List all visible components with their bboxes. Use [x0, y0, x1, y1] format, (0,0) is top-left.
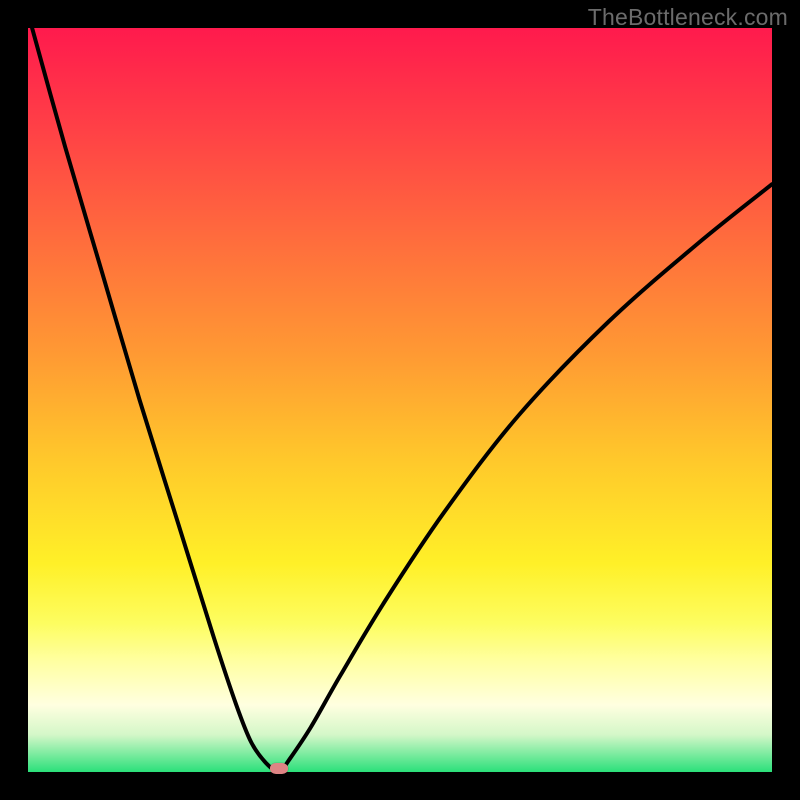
bottleneck-curve	[28, 28, 772, 772]
plot-area	[28, 28, 772, 772]
curve-path	[28, 13, 772, 772]
value-marker	[270, 763, 288, 774]
watermark-text: TheBottleneck.com	[588, 4, 788, 31]
chart-frame: TheBottleneck.com	[0, 0, 800, 800]
